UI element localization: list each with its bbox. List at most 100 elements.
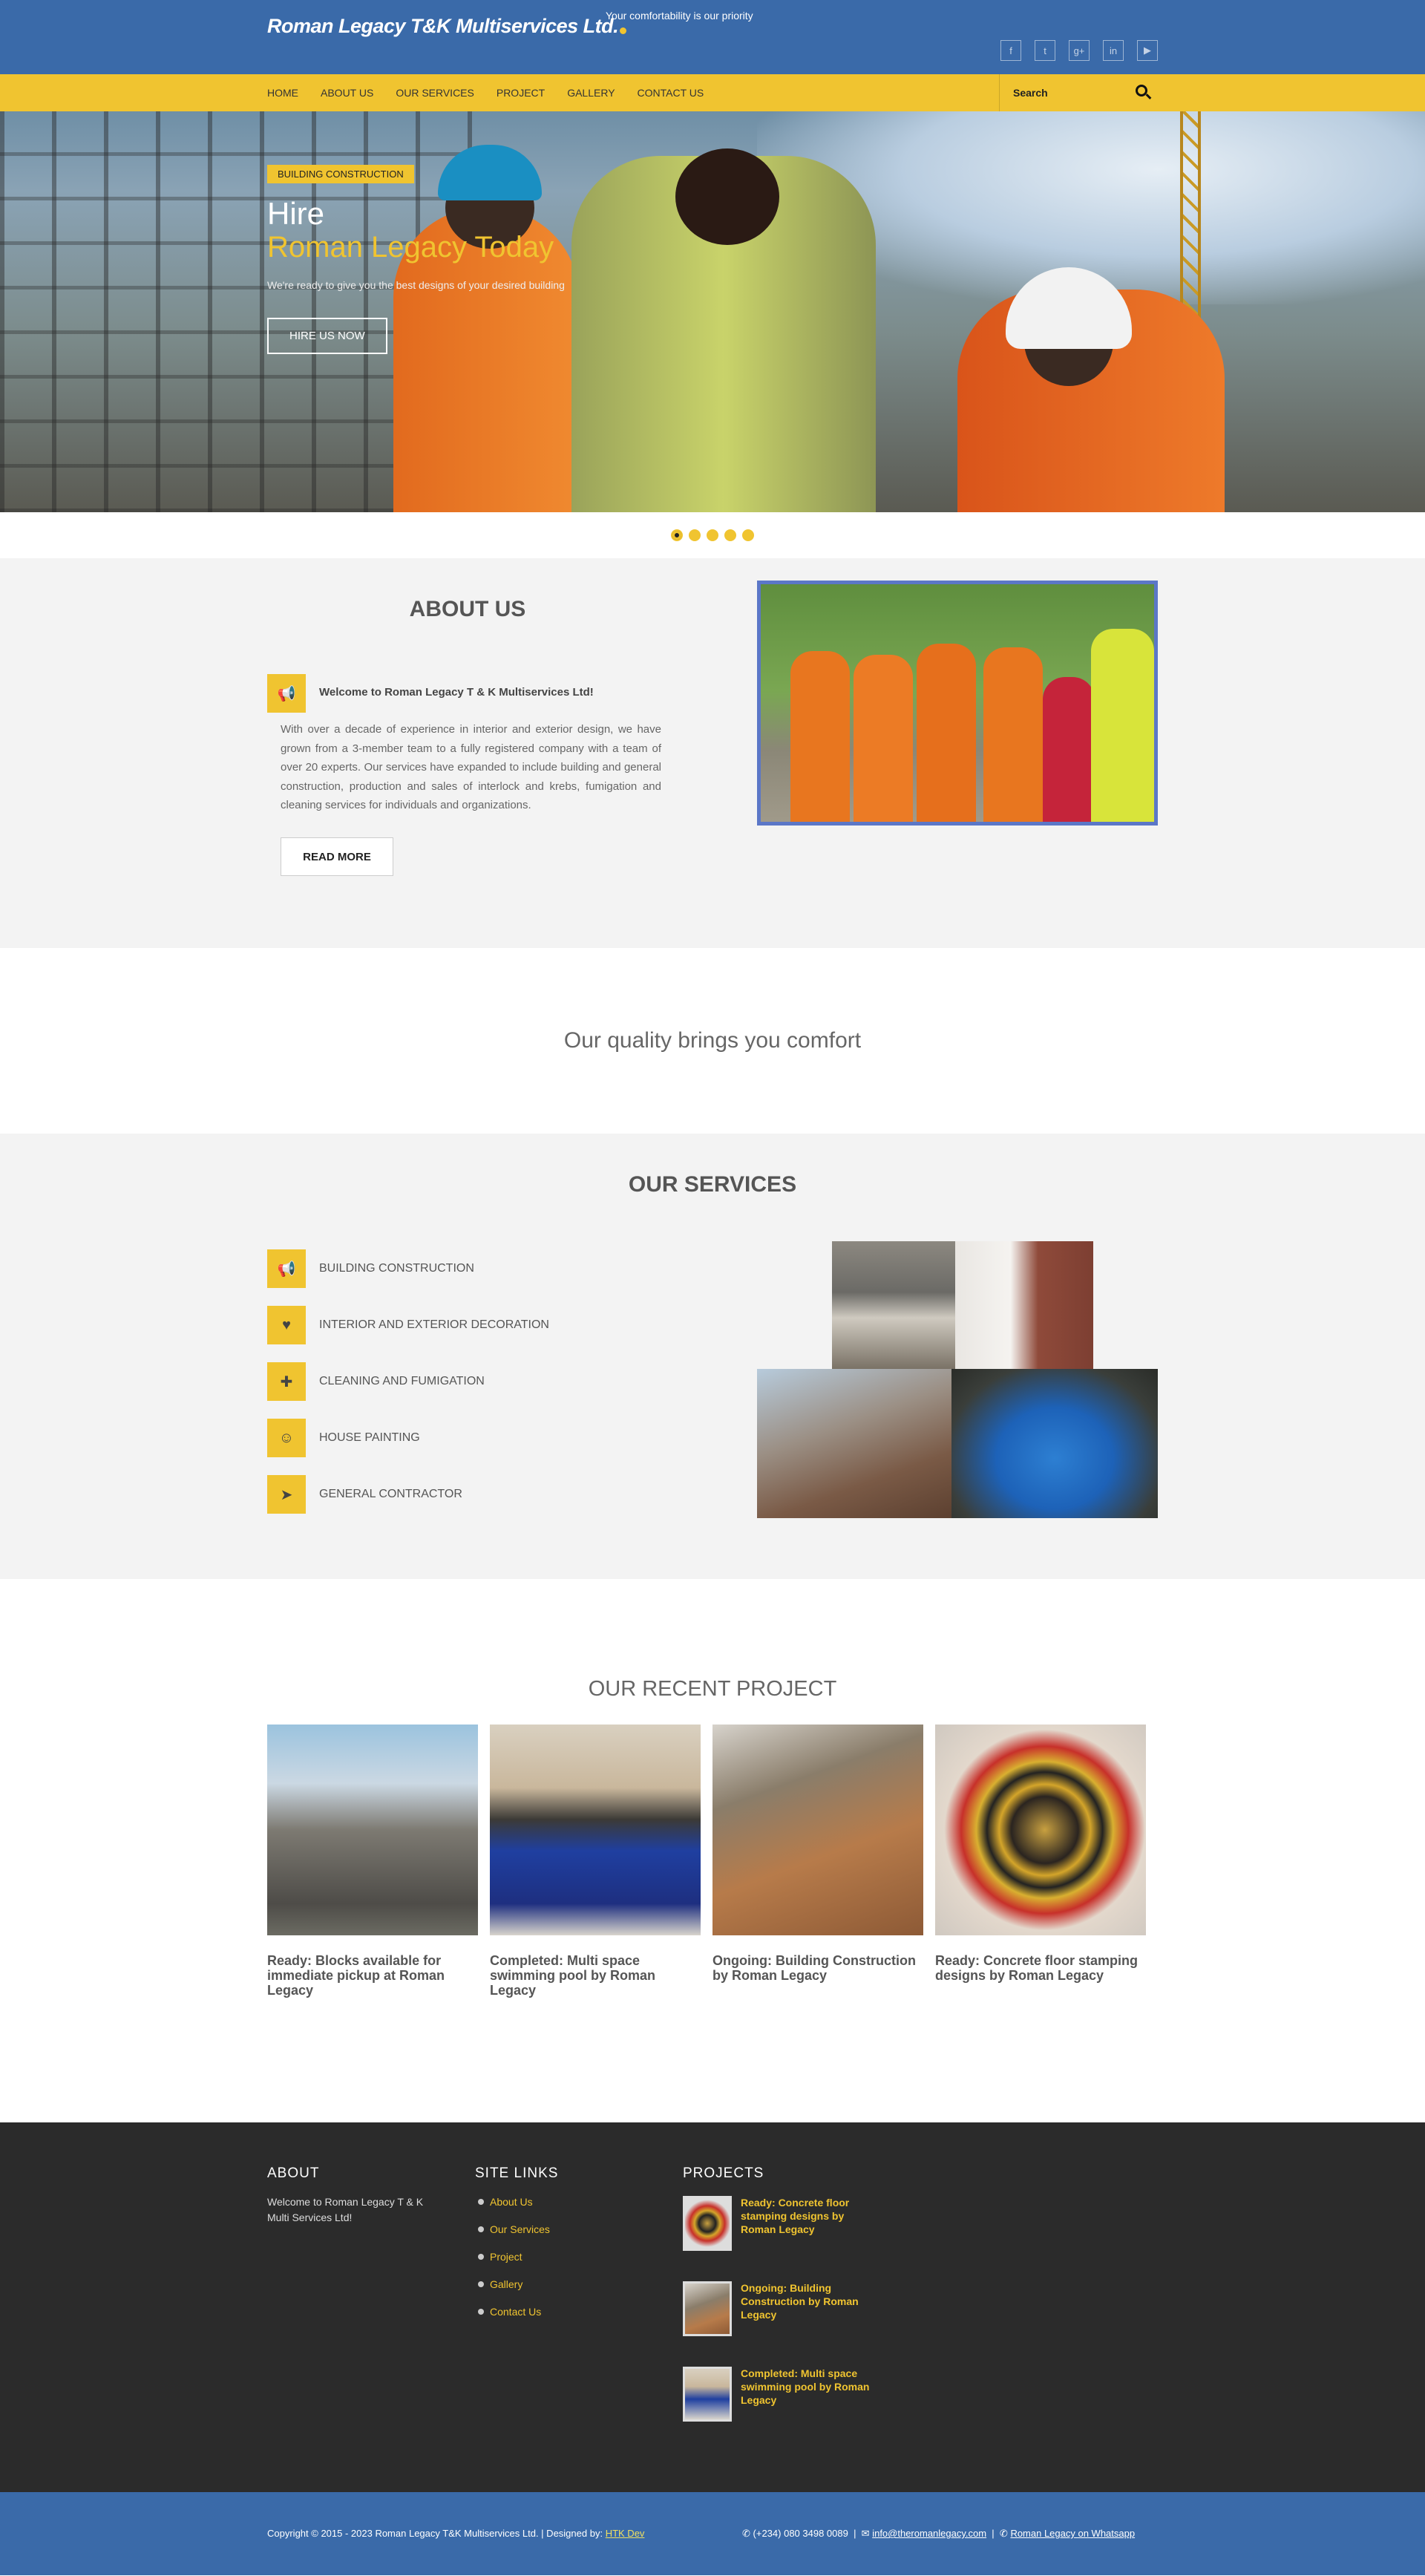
slider-dot[interactable] xyxy=(742,529,754,541)
about-text: With over a decade of experience in inte… xyxy=(281,723,661,811)
project-image[interactable] xyxy=(712,1725,923,1935)
tagline: Your comfortability is our priority xyxy=(606,10,753,22)
pagination: 1 2 › xyxy=(670,1979,757,2151)
about-team-photo xyxy=(757,581,1158,826)
social-links: f t g+ in ▶ xyxy=(1000,40,1158,61)
footer-link-project[interactable]: Project xyxy=(478,2251,522,2263)
twitter-icon[interactable]: t xyxy=(1035,40,1055,61)
logo-dot xyxy=(620,27,627,34)
service-label: GENERAL CONTRACTOR xyxy=(319,1488,462,1500)
copyright: Copyright © 2015 - 2023 Roman Legacy T&K… xyxy=(267,2528,644,2539)
about-welcome: Welcome to Roman Legacy T & K Multiservi… xyxy=(319,686,594,699)
project-image[interactable] xyxy=(490,1725,701,1935)
collage-pool-photo xyxy=(951,1369,1158,1518)
quality-text: Our quality brings you comfort xyxy=(563,1028,862,1053)
about-heading: ABOUT US xyxy=(409,597,526,621)
footer-project-title[interactable]: Ready: Concrete floor stamping designs b… xyxy=(741,2196,874,2251)
photo-person xyxy=(1091,629,1154,822)
project-image[interactable] xyxy=(267,1725,478,1935)
project-card[interactable]: Ongoing: Building Construction by Roman … xyxy=(712,1725,923,1983)
projects-heading: OUR RECENT PROJECT xyxy=(588,1677,837,1701)
hero-worker-head xyxy=(675,148,779,245)
service-label: BUILDING CONSTRUCTION xyxy=(319,1262,474,1275)
footer-project-item[interactable]: Ongoing: Building Construction by Roman … xyxy=(683,2281,905,2336)
footer-about-heading: ABOUT xyxy=(267,2165,320,2181)
project-card[interactable]: Ready: Blocks available for immediate pi… xyxy=(267,1725,478,1998)
search-icon[interactable] xyxy=(1136,85,1147,97)
email-link[interactable]: info@theromanlegacy.com xyxy=(872,2528,986,2539)
footer-project-item[interactable]: Completed: Multi space swimming pool by … xyxy=(683,2367,905,2422)
hire-us-button[interactable]: HIRE US NOW xyxy=(267,318,387,354)
project-title[interactable]: Completed: Multi space swimming pool by … xyxy=(490,1953,701,1998)
contact-info: ✆ (+234) 080 3498 0089 | ✉ info@theroman… xyxy=(742,2528,1136,2539)
nav-contact-us[interactable]: CONTACT US xyxy=(638,87,704,99)
nav-project[interactable]: PROJECT xyxy=(497,87,545,99)
google-plus-icon[interactable]: g+ xyxy=(1069,40,1090,61)
read-more-button[interactable]: READ MORE xyxy=(281,837,393,876)
collage-house-photo xyxy=(832,1241,955,1369)
top-header: Roman Legacy T&K Multiservices Ltd. Your… xyxy=(0,0,1425,74)
service-item[interactable]: ➤ GENERAL CONTRACTOR xyxy=(267,1475,462,1514)
phone-number: (+234) 080 3498 0089 xyxy=(753,2528,848,2539)
megaphone-icon: 📢 xyxy=(267,674,306,713)
footer-link-contact[interactable]: Contact Us xyxy=(478,2306,541,2318)
slider-dot[interactable] xyxy=(707,529,718,541)
footer-project-thumb[interactable] xyxy=(683,2367,732,2422)
slider-dot[interactable] xyxy=(724,529,736,541)
collage-interior-photo xyxy=(955,1241,1093,1369)
project-title[interactable]: Ongoing: Building Construction by Roman … xyxy=(712,1953,923,1983)
facebook-icon[interactable]: f xyxy=(1000,40,1021,61)
paper-plane-icon: ➤ xyxy=(267,1475,306,1514)
hero-worker-head xyxy=(1006,267,1132,386)
footer-project-thumb[interactable] xyxy=(683,2281,732,2336)
project-image[interactable] xyxy=(935,1725,1146,1935)
projects-section: OUR RECENT PROJECT Ready: Blocks availab… xyxy=(0,1579,1425,2151)
slider-dots xyxy=(0,512,1425,558)
search-placeholder: Search xyxy=(1013,87,1048,99)
nav-about-us[interactable]: ABOUT US xyxy=(321,87,373,99)
puzzle-icon: ✚ xyxy=(267,1362,306,1401)
footer-about-text: Welcome to Roman Legacy T & K Multi Serv… xyxy=(267,2196,424,2223)
footer-link-about[interactable]: About Us xyxy=(478,2196,533,2208)
footer-link-gallery[interactable]: Gallery xyxy=(478,2278,522,2290)
nav-gallery[interactable]: GALLERY xyxy=(567,87,615,99)
footer-project-item[interactable]: Ready: Concrete floor stamping designs b… xyxy=(683,2196,905,2251)
service-label: INTERIOR AND EXTERIOR DECORATION xyxy=(319,1318,549,1331)
youtube-icon[interactable]: ▶ xyxy=(1137,40,1158,61)
footer-link-services[interactable]: Our Services xyxy=(478,2223,550,2235)
hero-slider: BUILDING CONSTRUCTION Hire Roman Legacy … xyxy=(0,111,1425,512)
project-title[interactable]: Ready: Blocks available for immediate pi… xyxy=(267,1953,478,1998)
about-section: ABOUT US 📢 Welcome to Roman Legacy T & K… xyxy=(0,558,1425,948)
footer-project-title[interactable]: Completed: Multi space swimming pool by … xyxy=(741,2367,874,2422)
project-card[interactable]: Ready: Concrete floor stamping designs b… xyxy=(935,1725,1146,1983)
service-item[interactable]: 📢 BUILDING CONSTRUCTION xyxy=(267,1249,474,1288)
service-item[interactable]: ♥ INTERIOR AND EXTERIOR DECORATION xyxy=(267,1306,549,1344)
footer-project-title[interactable]: Ongoing: Building Construction by Roman … xyxy=(741,2281,874,2336)
main-nav: HOME ABOUT US OUR SERVICES PROJECT GALLE… xyxy=(0,74,1425,111)
hero-title-highlight: Roman Legacy Today xyxy=(267,231,554,264)
heartbeat-icon: ♥ xyxy=(267,1306,306,1344)
hero-tag: BUILDING CONSTRUCTION xyxy=(267,165,414,183)
nav-home[interactable]: HOME xyxy=(267,87,298,99)
whatsapp-link[interactable]: Roman Legacy on Whatsapp xyxy=(1010,2528,1135,2539)
slider-dot[interactable] xyxy=(671,529,683,541)
service-label: HOUSE PAINTING xyxy=(319,1431,420,1444)
project-card[interactable]: Completed: Multi space swimming pool by … xyxy=(490,1725,701,1998)
slider-dot[interactable] xyxy=(689,529,701,541)
quality-banner: Our quality brings you comfort xyxy=(0,948,1425,1134)
footer-project-thumb[interactable] xyxy=(683,2196,732,2251)
project-title[interactable]: Ready: Concrete floor stamping designs b… xyxy=(935,1953,1146,1983)
hero-title: Hire xyxy=(267,196,325,231)
search-input[interactable]: Search xyxy=(999,74,1158,111)
photo-person xyxy=(917,644,976,822)
designer-link[interactable]: HTK Dev xyxy=(606,2528,645,2539)
collage-roof-photo xyxy=(757,1369,951,1518)
whatsapp-icon: ✆ xyxy=(999,2528,1008,2539)
site-logo[interactable]: Roman Legacy T&K Multiservices Ltd. xyxy=(267,15,627,38)
service-item[interactable]: ✚ CLEANING AND FUMIGATION xyxy=(267,1362,485,1401)
nav-our-services[interactable]: OUR SERVICES xyxy=(396,87,474,99)
photo-person xyxy=(983,647,1043,822)
linkedin-icon[interactable]: in xyxy=(1103,40,1124,61)
service-item[interactable]: ☺ HOUSE PAINTING xyxy=(267,1419,420,1457)
bottom-bar: Copyright © 2015 - 2023 Roman Legacy T&K… xyxy=(0,2492,1425,2575)
